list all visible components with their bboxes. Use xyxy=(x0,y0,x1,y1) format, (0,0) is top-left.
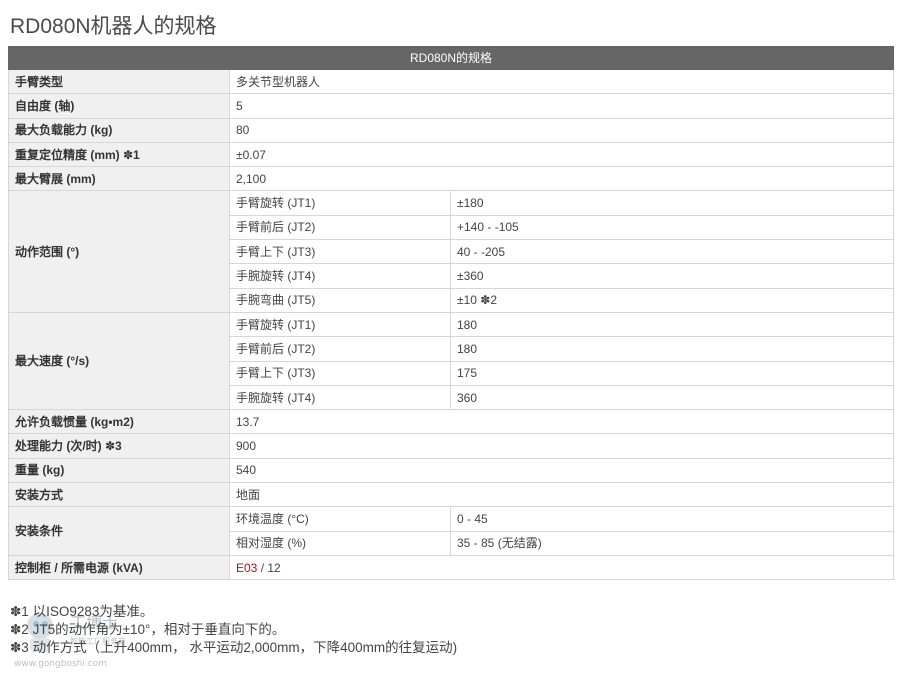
sub-label: 手臂上下 (JT3) xyxy=(229,360,451,386)
table-row: 动作范围 (°) 手臂旋转 (JT1) ±180 xyxy=(8,190,894,313)
row-label: 安装方式 xyxy=(8,482,230,508)
sub-label: 手臂前后 (JT2) xyxy=(229,214,451,241)
row-value: 2,100 xyxy=(229,166,894,192)
row-value: ±0.07 xyxy=(229,141,894,168)
row-label: 处理能力 (次/时) ✽3 xyxy=(8,433,230,459)
controller-link[interactable]: E03 xyxy=(236,561,257,575)
row-label: 自由度 (轴) xyxy=(8,93,230,119)
sub-label: 手臂前后 (JT2) xyxy=(229,336,451,362)
row-label: 最大臂展 (mm) xyxy=(8,166,230,192)
sub-value: 180 xyxy=(450,336,894,362)
row-label: 安装条件 xyxy=(8,506,230,556)
sub-label: 手腕旋转 (JT4) xyxy=(229,263,451,289)
row-value: 540 xyxy=(229,457,894,484)
page-title: RD080N机器人的规格 xyxy=(10,15,217,38)
row-value: 多关节型机器人 xyxy=(229,68,894,95)
spec-table: RD080N的规格 手臂类型 多关节型机器人 自由度 (轴) 5 最大负载能力 … xyxy=(8,46,894,581)
controller-value: E03 / 12 xyxy=(229,554,894,581)
table-row: 控制柜 / 所需电源 (kVA) E03 / 12 xyxy=(8,554,894,581)
table-header: RD080N的规格 xyxy=(8,46,894,70)
row-label: 控制柜 / 所需电源 (kVA) xyxy=(8,554,230,581)
sub-value: 40 - -205 xyxy=(450,239,894,265)
row-value: 900 xyxy=(229,433,894,459)
table-row: 最大速度 (°/s) 手臂旋转 (JT1) 180 xyxy=(8,311,894,411)
table-row: 自由度 (轴) 5 xyxy=(8,93,894,119)
footnote-3: ✽3 动作方式（上升400mm， 水平运动2,000mm，下降400mm的往复运… xyxy=(10,640,458,655)
row-label: 最大负载能力 (kg) xyxy=(8,117,230,143)
sub-value: 0 - 45 xyxy=(450,506,894,532)
row-value: 13.7 xyxy=(229,409,894,435)
footnote-2: ✽2 JT5的动作角为±10°，相对于垂直向下的。 xyxy=(10,622,286,637)
row-value: 5 xyxy=(229,93,894,119)
table-row: 手臂类型 多关节型机器人 xyxy=(8,68,894,95)
sub-label: 手臂旋转 (JT1) xyxy=(229,311,451,338)
footnotes: ✽1 以ISO9283为基准。 ✽2 JT5的动作角为±10°，相对于垂直向下的… xyxy=(10,603,457,657)
sub-value: ±360 xyxy=(450,263,894,289)
table-row: 重复定位精度 (mm) ✽1 ±0.07 xyxy=(8,141,894,168)
row-label: 允许负载惯量 (kg•m2) xyxy=(8,409,230,435)
row-label: 动作范围 (°) xyxy=(8,190,230,313)
sub-label: 手臂旋转 (JT1) xyxy=(229,190,451,216)
table-row: 处理能力 (次/时) ✽3 900 xyxy=(8,433,894,459)
sub-label: 手臂上下 (JT3) xyxy=(229,239,451,265)
row-label: 最大速度 (°/s) xyxy=(8,311,230,411)
sub-value: 35 - 85 (无结露) xyxy=(450,530,894,556)
row-value: 地面 xyxy=(229,482,894,508)
row-label: 重量 (kg) xyxy=(8,457,230,484)
table-row: 重量 (kg) 540 xyxy=(8,457,894,484)
sub-value: 175 xyxy=(450,360,894,386)
table-row: 最大臂展 (mm) 2,100 xyxy=(8,166,894,192)
table-row: 最大负载能力 (kg) 80 xyxy=(8,117,894,143)
sub-label: 环境温度 (°C) xyxy=(229,506,451,532)
row-label: 重复定位精度 (mm) ✽1 xyxy=(8,141,230,168)
sub-value: 180 xyxy=(450,311,894,338)
sub-label: 相对湿度 (%) xyxy=(229,530,451,556)
footnote-1: ✽1 以ISO9283为基准。 xyxy=(10,604,154,619)
sub-label: 手腕旋转 (JT4) xyxy=(229,384,451,411)
table-row: 允许负载惯量 (kg•m2) 13.7 xyxy=(8,409,894,435)
sub-value: +140 - -105 xyxy=(450,214,894,241)
table-row: 安装条件 环境温度 (°C) 0 - 45 xyxy=(8,506,894,556)
sub-value: ±10 ✽2 xyxy=(450,287,894,313)
sub-label: 手腕弯曲 (JT5) xyxy=(229,287,451,313)
watermark-url: www.gongboshi.com xyxy=(14,659,107,669)
row-label: 手臂类型 xyxy=(8,68,230,95)
table-row: 安装方式 地面 xyxy=(8,482,894,508)
sub-value: ±180 xyxy=(450,190,894,216)
sub-value: 360 xyxy=(450,384,894,411)
row-value: 80 xyxy=(229,117,894,143)
controller-power: / 12 xyxy=(257,560,281,575)
